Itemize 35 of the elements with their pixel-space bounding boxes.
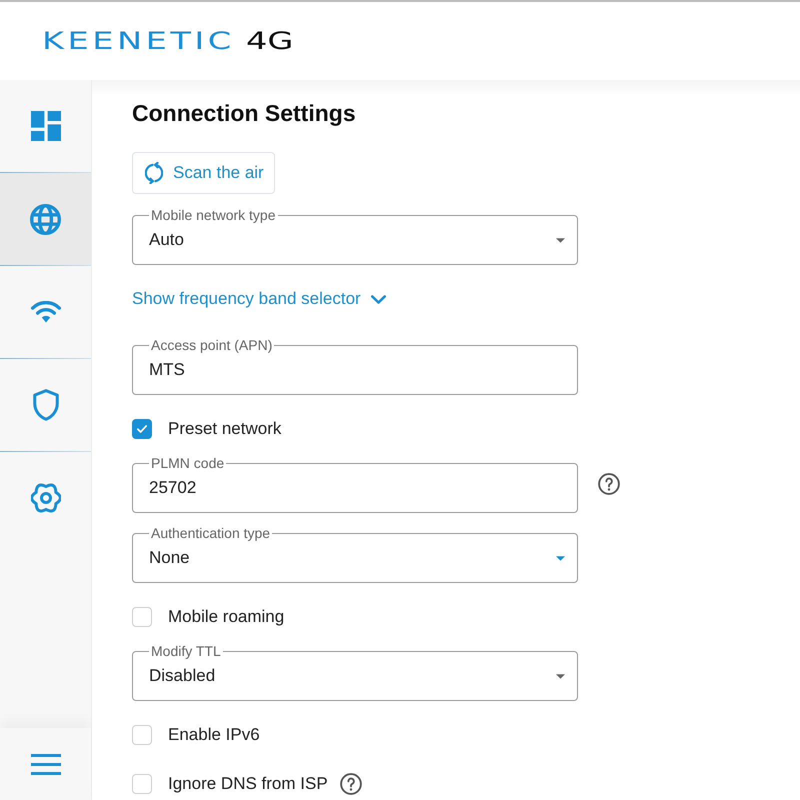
field-label: Access point (APN)	[150, 337, 274, 353]
scan-button[interactable]: Scan the air	[132, 152, 275, 194]
shield-icon	[32, 389, 58, 421]
input-field[interactable]: Access point (APN) MTS	[132, 337, 578, 395]
select-field[interactable]: Modify TTL Disabled	[132, 643, 578, 701]
gear-icon	[30, 483, 60, 513]
menu-icon	[30, 754, 60, 774]
page-title: Connection Settings	[132, 99, 356, 128]
help-icon[interactable]	[598, 473, 620, 495]
checkbox[interactable]	[132, 419, 152, 439]
checkbox-label: Enable IPv6	[168, 725, 260, 745]
select-field[interactable]: Authentication type None	[132, 525, 578, 583]
brand-logo: KEENETIC	[42, 28, 235, 54]
help-icon[interactable]	[340, 773, 362, 795]
checkbox[interactable]	[132, 774, 152, 794]
dashboard-icon	[30, 111, 60, 141]
field-label: Modify TTL	[150, 643, 222, 659]
input-field[interactable]: PLMN code 25702	[132, 455, 578, 513]
chevron-down-icon	[370, 294, 386, 304]
checkbox-label: Ignore DNS from ISP	[168, 774, 328, 794]
frequency-band-link[interactable]: Show frequency band selector	[132, 289, 386, 309]
refresh-icon	[145, 162, 163, 184]
checkmark-icon	[137, 425, 147, 433]
checkbox[interactable]	[132, 607, 152, 627]
checkbox[interactable]	[132, 725, 152, 745]
checkbox-label: Preset network	[168, 419, 282, 439]
select-field[interactable]: Mobile network type Auto	[132, 207, 578, 265]
nav-button[interactable]	[0, 173, 91, 265]
field-label: PLMN code	[150, 455, 226, 471]
checkbox-label: Mobile roaming	[168, 607, 284, 627]
globe-icon	[30, 204, 61, 234]
field-label: Mobile network type	[150, 207, 277, 223]
field-label: Authentication type	[150, 525, 272, 541]
model-name: 4G	[246, 28, 294, 54]
wifi-icon	[30, 301, 60, 323]
